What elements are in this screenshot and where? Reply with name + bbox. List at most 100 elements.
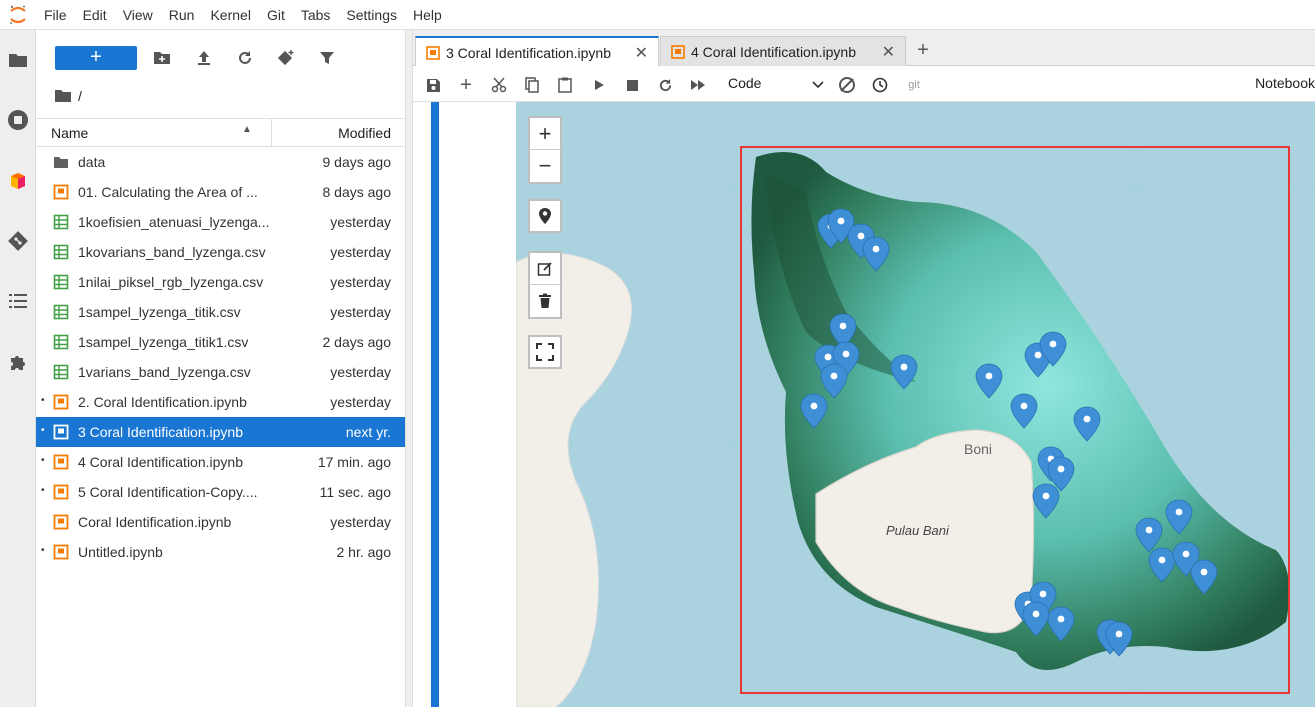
- file-modified: 2 days ago: [322, 334, 392, 350]
- file-list-item[interactable]: data 9 days ago: [36, 147, 405, 177]
- file-list-item[interactable]: • Untitled.ipynb 2 hr. ago: [36, 537, 405, 567]
- notebook-icon: [53, 514, 69, 530]
- git-clone-icon[interactable]: [275, 47, 297, 69]
- git-icon[interactable]: [0, 226, 36, 256]
- notebook-icon: [53, 394, 69, 410]
- refresh-icon[interactable]: [234, 47, 256, 69]
- zoom-out-button[interactable]: −: [528, 150, 562, 184]
- file-list-item[interactable]: Coral Identification.ipynb yesterday: [36, 507, 405, 537]
- file-list-item[interactable]: 1kovarians_band_lyzenga.csv yesterday: [36, 237, 405, 267]
- file-list-item[interactable]: 1sampel_lyzenga_titik.csv yesterday: [36, 297, 405, 327]
- new-launcher-button[interactable]: +: [55, 46, 137, 70]
- menu-git[interactable]: Git: [259, 7, 293, 23]
- fullscreen-icon: [536, 343, 554, 361]
- spreadsheet-icon: [53, 274, 69, 290]
- paste-icon[interactable]: [554, 74, 576, 96]
- git-diff-button[interactable]: git: [902, 74, 926, 96]
- file-list-item[interactable]: 1sampel_lyzenga_titik1.csv 2 days ago: [36, 327, 405, 357]
- restart-icon[interactable]: [654, 74, 676, 96]
- notebook-icon: [53, 184, 69, 200]
- file-list-item[interactable]: 01. Calculating the Area of ... 8 days ag…: [36, 177, 405, 207]
- clock-icon[interactable]: [869, 74, 891, 96]
- file-list-header: Name ▲ Modified: [36, 118, 405, 147]
- file-list-item[interactable]: 1koefisien_atenuasi_lyzenga... yesterday: [36, 207, 405, 237]
- file-modified: yesterday: [330, 304, 391, 320]
- file-list-item[interactable]: • 4 Coral Identification.ipynb 17 min. ago: [36, 447, 405, 477]
- file-modified: 11 sec. ago: [319, 484, 391, 500]
- running-kernels-icon[interactable]: [0, 105, 36, 135]
- folder-icon: [53, 154, 69, 170]
- breadcrumb: /: [54, 86, 82, 106]
- file-modified: 2 hr. ago: [336, 544, 392, 560]
- file-modified: yesterday: [330, 514, 391, 530]
- draw-marker-button[interactable]: [528, 199, 562, 233]
- active-cell-indicator[interactable]: [431, 102, 439, 707]
- file-list-item[interactable]: • 5 Coral Identification-Copy.... 11 sec. …: [36, 477, 405, 507]
- tab-4-coral-identification[interactable]: 4 Coral Identification.ipynb ✕: [660, 36, 906, 66]
- stop-icon[interactable]: [621, 74, 643, 96]
- filter-icon[interactable]: [316, 47, 338, 69]
- file-list-item[interactable]: 1nilai_piksel_rgb_lyzenga.csv yesterday: [36, 267, 405, 297]
- panel-splitter[interactable]: [405, 30, 413, 707]
- zoom-in-button[interactable]: +: [528, 116, 562, 150]
- menu-view[interactable]: View: [115, 7, 161, 23]
- menu-file[interactable]: File: [36, 7, 75, 23]
- column-divider[interactable]: [271, 119, 272, 146]
- file-list-item[interactable]: 1varians_band_lyzenga.csv yesterday: [36, 357, 405, 387]
- spreadsheet-icon: [53, 244, 69, 260]
- edit-layers-button[interactable]: [528, 251, 562, 285]
- puzzle-extension-icon[interactable]: [0, 347, 36, 377]
- place-label-pulau-bani: Pulau Bani: [886, 523, 950, 538]
- folder-icon[interactable]: [0, 45, 36, 75]
- folder-icon[interactable]: [54, 89, 72, 103]
- notebook-icon: [671, 44, 685, 59]
- save-icon[interactable]: [422, 74, 444, 96]
- copy-icon[interactable]: [521, 74, 543, 96]
- new-folder-icon[interactable]: [151, 47, 173, 69]
- file-list-item[interactable]: • 2. Coral Identification.ipynb yesterday: [36, 387, 405, 417]
- file-name: 2. Coral Identification.ipynb: [78, 394, 247, 410]
- file-name: 3 Coral Identification.ipynb: [78, 424, 243, 440]
- insert-cell-icon[interactable]: +: [455, 74, 477, 96]
- map-canvas[interactable]: Boni Pulau Bani: [516, 102, 1315, 707]
- menu-edit[interactable]: Edit: [75, 7, 115, 23]
- activity-bar: [0, 30, 36, 707]
- run-icon[interactable]: [588, 74, 610, 96]
- tab-close-icon[interactable]: ✕: [882, 42, 895, 62]
- menu-kernel[interactable]: Kernel: [202, 7, 258, 23]
- file-name: 1nilai_piksel_rgb_lyzenga.csv: [78, 274, 264, 290]
- kernel-idle-icon[interactable]: [836, 74, 858, 96]
- menu-help[interactable]: Help: [405, 7, 450, 23]
- map-widget[interactable]: Boni Pulau Bani + −: [516, 102, 1315, 707]
- delete-layers-button[interactable]: [528, 285, 562, 319]
- upload-icon[interactable]: [193, 47, 215, 69]
- file-list-item[interactable]: • 3 Coral Identification.ipynb next yr.: [36, 417, 405, 447]
- kernel-name[interactable]: Notebook: [1255, 75, 1315, 91]
- tab-label: 3 Coral Identification.ipynb: [446, 44, 611, 61]
- spreadsheet-icon: [53, 334, 69, 350]
- running-indicator-icon: •: [41, 425, 45, 436]
- table-of-contents-icon[interactable]: [0, 286, 36, 316]
- notebook-icon: [53, 544, 69, 560]
- fullscreen-button[interactable]: [528, 335, 562, 369]
- new-tab-button[interactable]: +: [909, 36, 937, 66]
- edit-icon: [537, 261, 552, 276]
- menu-tabs[interactable]: Tabs: [293, 7, 339, 23]
- file-name: 1koefisien_atenuasi_lyzenga...: [78, 214, 270, 230]
- map-pin-icon: [539, 208, 551, 224]
- cell-type-select[interactable]: Code: [728, 75, 824, 95]
- notebook-icon: [53, 454, 69, 470]
- menu-run[interactable]: Run: [161, 7, 203, 23]
- tab-3-coral-identification[interactable]: 3 Coral Identification.ipynb ✕: [415, 36, 659, 67]
- column-name-header[interactable]: Name: [51, 125, 88, 141]
- file-name: Coral Identification.ipynb: [78, 514, 232, 530]
- column-modified-header[interactable]: Modified: [338, 125, 391, 141]
- file-name: 1sampel_lyzenga_titik1.csv: [78, 334, 249, 350]
- menu-settings[interactable]: Settings: [338, 7, 405, 23]
- tab-close-icon[interactable]: ✕: [635, 43, 648, 63]
- cut-icon[interactable]: [488, 74, 510, 96]
- fast-forward-icon[interactable]: [687, 74, 709, 96]
- extension-cube-icon[interactable]: [0, 166, 36, 196]
- breadcrumb-root[interactable]: /: [78, 88, 82, 104]
- notebook-icon: [53, 484, 69, 500]
